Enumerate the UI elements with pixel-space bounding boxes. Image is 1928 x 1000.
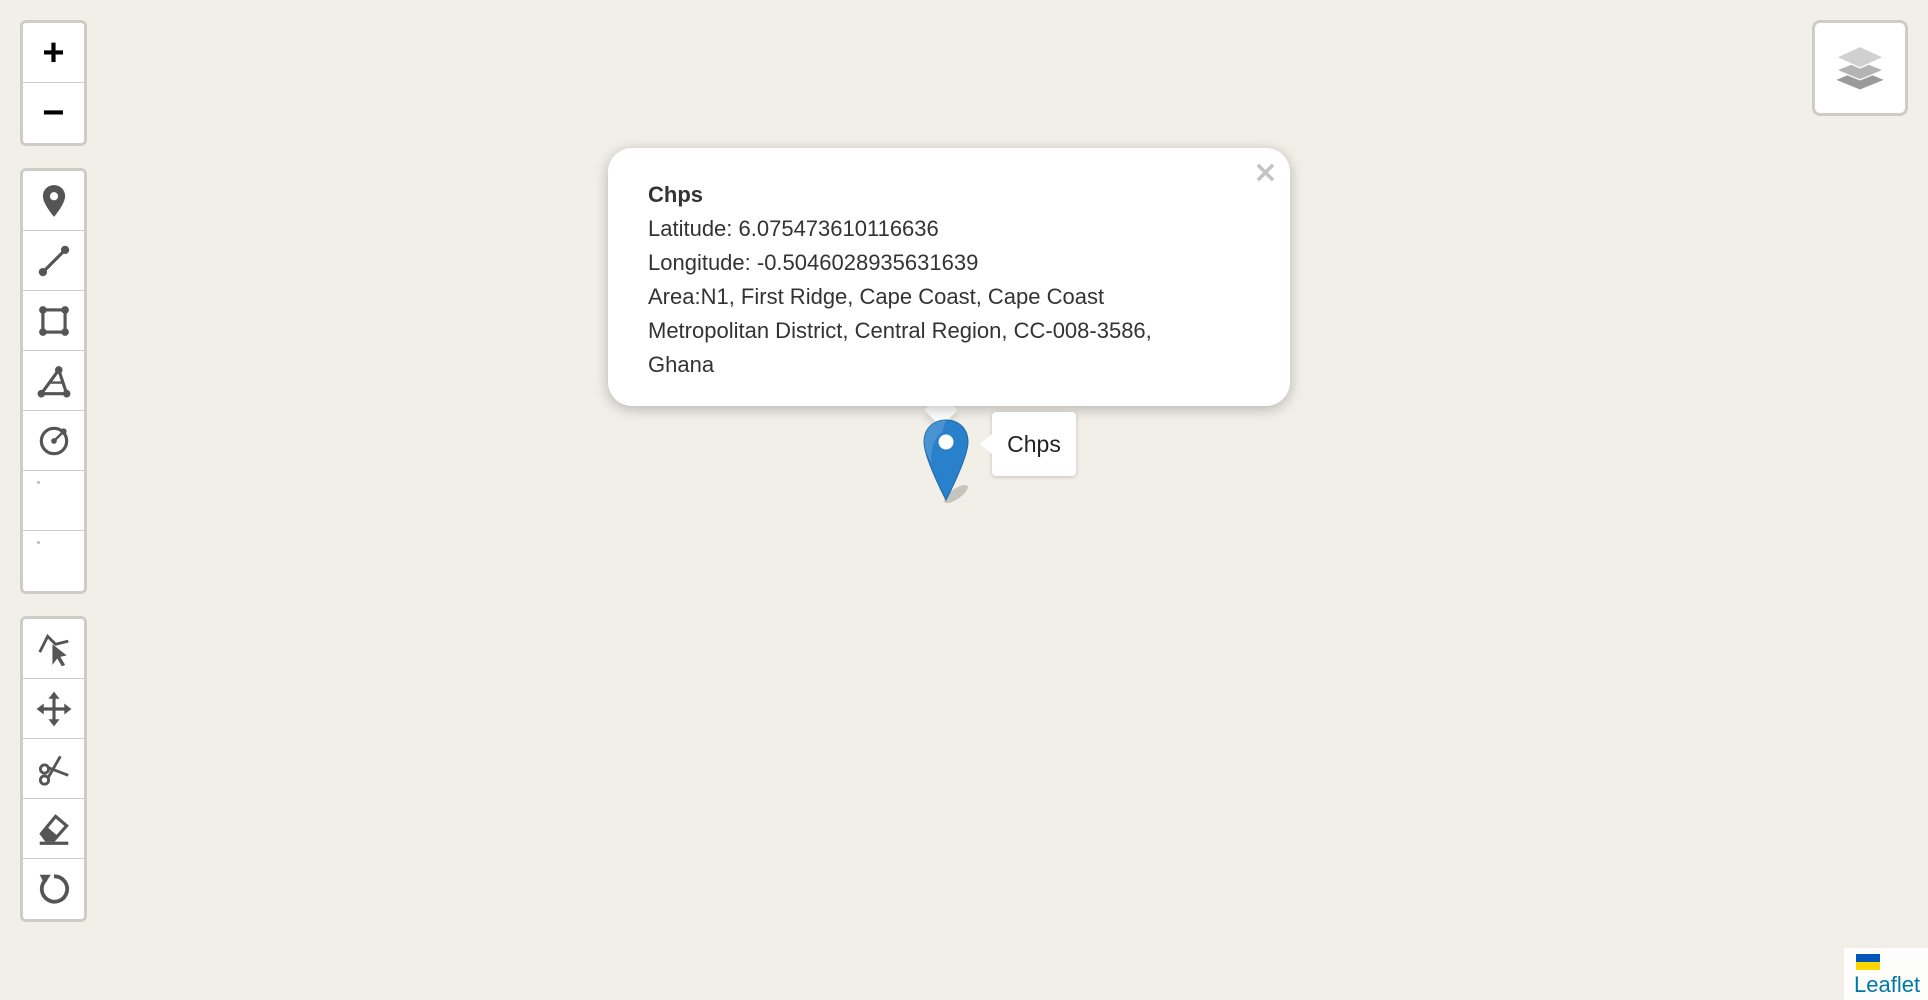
popup-area: Area:N1, First Ridge, Cape Coast, Cape C…: [648, 284, 1105, 309]
edit-toolbar: [20, 616, 87, 922]
popup-close-button[interactable]: ×: [1253, 158, 1278, 188]
drag-select-button[interactable]: [23, 619, 84, 679]
draw-toolbar: [20, 168, 87, 594]
zoom-in-button[interactable]: +: [23, 23, 84, 83]
ukraine-flag-icon: [1856, 954, 1880, 970]
polygon-icon: [37, 365, 70, 397]
attribution: Leaflet: [1844, 948, 1928, 1000]
rotate-button[interactable]: [23, 859, 84, 919]
eraser-icon: [38, 813, 69, 845]
leaflet-link[interactable]: Leaflet: [1854, 972, 1922, 998]
move-icon: [36, 691, 71, 726]
circle-icon: [39, 426, 68, 455]
popup-area-continued: Metropolitan District, Central Region, C…: [648, 318, 1152, 343]
blank-tool-icon: [37, 541, 40, 544]
zoom-control: + −: [20, 20, 87, 146]
popup-title: Chps: [648, 182, 703, 207]
move-button[interactable]: [23, 679, 84, 739]
cut-button[interactable]: [23, 739, 84, 799]
zoom-out-button[interactable]: −: [23, 83, 84, 143]
layers-icon: [1834, 45, 1886, 90]
polyline-icon: [38, 245, 69, 276]
marker-dot: [938, 434, 954, 450]
draw-polygon-button[interactable]: [23, 351, 84, 411]
popup-latitude: Latitude: 6.075473610116636: [648, 216, 939, 241]
marker-tooltip: Chps: [980, 412, 1076, 476]
layers-control-button[interactable]: [1812, 20, 1908, 116]
draw-circle-button[interactable]: [23, 411, 84, 471]
draw-tool-button[interactable]: [23, 531, 84, 591]
eraser-button[interactable]: [23, 799, 84, 859]
draw-polyline-button[interactable]: [23, 231, 84, 291]
blank-tool-icon: [37, 481, 40, 484]
popup-longitude: Longitude: -0.5046028935631639: [648, 250, 979, 275]
popup-area-country: Ghana: [648, 352, 715, 377]
marker-icon: [42, 184, 65, 217]
draw-marker-button[interactable]: [23, 171, 84, 231]
map-popup: × Chps Latitude: 6.075473610116636 Longi…: [608, 148, 1290, 406]
drag-select-icon: [37, 633, 69, 666]
draw-rectangle-button[interactable]: [23, 291, 84, 351]
rotate-icon: [39, 874, 69, 904]
draw-tool-button[interactable]: [23, 471, 84, 531]
cut-icon: [38, 755, 69, 786]
map-marker[interactable]: [920, 418, 974, 504]
rectangle-icon: [38, 305, 69, 336]
